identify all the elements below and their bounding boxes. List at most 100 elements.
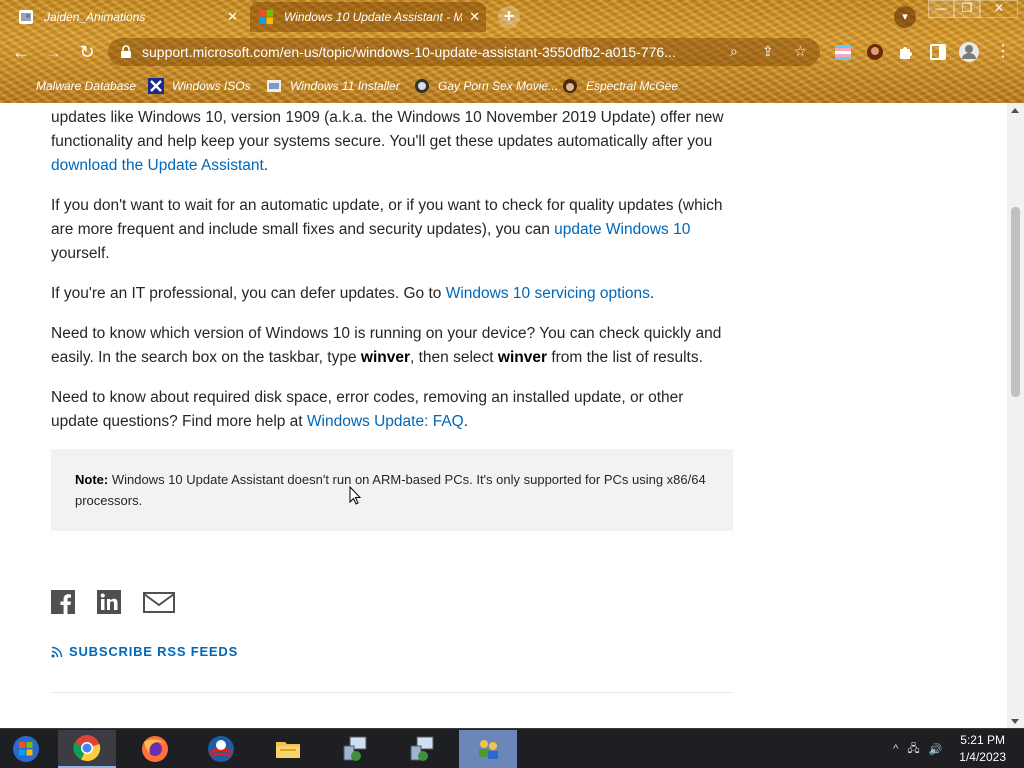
- windows-taskbar: ^ 🖧 🔊 5:21 PM 1/4/2023: [0, 728, 1024, 768]
- site-favicon-icon: [415, 79, 429, 93]
- minimize-button[interactable]: —: [928, 0, 954, 18]
- note-label: Note:: [75, 472, 109, 487]
- close-window-button[interactable]: ✕: [980, 0, 1018, 18]
- taskbar-users-app[interactable]: [459, 730, 517, 768]
- folder-icon: [276, 742, 300, 758]
- browser-toolbar: ← → ↻ support.microsoft.com/en-us/topic/…: [0, 34, 1024, 70]
- tab-windows-update-assistant[interactable]: Windows 10 Update Assistant - M ✕: [250, 2, 486, 32]
- tab-close-icon[interactable]: ✕: [469, 9, 480, 25]
- bookmarks-bar: Malware Database Windows ISOs Windows 11…: [0, 72, 1024, 100]
- facebook-icon[interactable]: [51, 590, 75, 614]
- bookmark-gay-porn-sex-movie[interactable]: Gay Porn Sex Movie...: [414, 76, 558, 96]
- linkedin-icon[interactable]: [97, 590, 121, 614]
- paragraph-winver: Need to know which version of Windows 10…: [51, 322, 733, 370]
- lock-icon[interactable]: [120, 45, 132, 59]
- text: .: [649, 285, 655, 302]
- taskbar-obama-app[interactable]: [192, 730, 250, 768]
- note-box: Note: Windows 10 Update Assistant doesn'…: [51, 449, 733, 531]
- scrollbar-thumb[interactable]: [1011, 207, 1020, 397]
- winver-bold: winver: [497, 349, 548, 366]
- share-icons: [51, 590, 175, 616]
- divider: [51, 692, 733, 693]
- bookmark-malware-database[interactable]: Malware Database: [14, 76, 136, 96]
- taskbar-network-app-2[interactable]: [393, 730, 451, 768]
- page-viewport: updates like Windows 10, version 1909 (a…: [0, 103, 1024, 728]
- bookmark-label: Windows ISOs: [172, 79, 251, 93]
- paragraph-quality-updates: If you don't want to wait for an automat…: [51, 194, 733, 266]
- clock-time: 5:21 PM: [960, 733, 1005, 747]
- paragraph-it-professional: If you're an IT professional, you can de…: [51, 282, 733, 306]
- text: .: [463, 413, 469, 430]
- profile-avatar-icon[interactable]: [958, 41, 980, 63]
- tab-title: Windows 10 Update Assistant - M: [284, 10, 462, 24]
- network-icon[interactable]: 🖧: [907, 740, 919, 759]
- scroll-up-arrow-icon[interactable]: [1011, 108, 1019, 113]
- network-computer-icon: [410, 736, 434, 761]
- extension-flag-icon[interactable]: [834, 43, 852, 61]
- windows-start-orb-icon: [13, 736, 39, 762]
- text: If you're an IT professional, you can de…: [51, 285, 446, 302]
- paragraph-faq: Need to know about required disk space, …: [51, 386, 733, 434]
- bookmark-windows-isos[interactable]: Windows ISOs: [148, 76, 251, 96]
- extensions-puzzle-icon[interactable]: [897, 43, 915, 61]
- clock[interactable]: 5:21 PM 1/4/2023: [959, 732, 1006, 766]
- youtube-favicon-icon: [19, 10, 33, 24]
- text: .: [263, 157, 269, 174]
- text: yourself.: [51, 245, 110, 262]
- share-icon[interactable]: ⇪: [762, 43, 774, 60]
- update-windows-10-link[interactable]: update Windows 10: [554, 221, 690, 238]
- bookmark-star-icon[interactable]: ☆: [794, 43, 807, 60]
- address-bar[interactable]: support.microsoft.com/en-us/topic/window…: [108, 38, 820, 66]
- clock-date: 1/4/2023: [959, 750, 1006, 764]
- taskbar-network-app-1[interactable]: [326, 730, 384, 768]
- servicing-options-link[interactable]: Windows 10 servicing options: [446, 285, 650, 302]
- winver-bold: winver: [360, 349, 411, 366]
- firefox-icon: [142, 736, 168, 762]
- page-scrollbar[interactable]: [1007, 103, 1024, 728]
- forward-arrow-icon[interactable]: →: [42, 41, 64, 63]
- network-computer-icon: [343, 736, 367, 761]
- bookmark-label: Windows 11 Installer: [290, 79, 400, 93]
- extension-avatar-icon[interactable]: [866, 43, 884, 61]
- search-icon[interactable]: ⌕: [730, 43, 738, 60]
- bookmark-blank-icon: [14, 78, 28, 94]
- tab-jaiden-animations[interactable]: Jaiden_Animations ✕: [10, 2, 244, 32]
- taskbar-chrome[interactable]: [58, 730, 116, 768]
- windows-update-faq-link[interactable]: Windows Update: FAQ: [307, 413, 464, 430]
- side-panel-icon[interactable]: [929, 43, 947, 61]
- download-update-assistant-link[interactable]: download the Update Assistant: [51, 157, 264, 174]
- note-text: Windows 10 Update Assistant doesn't run …: [75, 472, 706, 508]
- subscribe-rss-link[interactable]: SUBSCRIBE RSS FEEDS: [51, 644, 238, 659]
- text: , then select: [410, 349, 498, 366]
- text: updates like Windows 10, version 1909 (a…: [51, 109, 724, 150]
- bookmark-espectral-mcgee[interactable]: Espectral McGee: [562, 76, 678, 96]
- mouse-cursor-icon: [349, 486, 362, 505]
- show-hidden-icons-icon[interactable]: ^: [893, 743, 898, 755]
- users-icon: [479, 740, 498, 759]
- tab-close-icon[interactable]: ✕: [227, 9, 238, 25]
- tab-search-chevron-icon[interactable]: ▾: [894, 6, 916, 28]
- paragraph-updates: updates like Windows 10, version 1909 (a…: [51, 106, 733, 178]
- chrome-icon: [73, 735, 101, 762]
- start-button[interactable]: [0, 730, 52, 768]
- microsoft-logo-icon: [259, 10, 273, 24]
- reload-icon[interactable]: ↻: [76, 41, 98, 63]
- rss-label: SUBSCRIBE RSS FEEDS: [69, 644, 239, 659]
- volume-icon[interactable]: 🔊: [929, 743, 943, 756]
- restore-button[interactable]: ❐: [954, 0, 980, 18]
- taskbar-firefox[interactable]: [126, 730, 184, 768]
- email-icon[interactable]: [143, 590, 175, 614]
- x-logo-icon: [148, 78, 164, 94]
- rss-icon: [51, 646, 63, 657]
- taskbar-file-explorer[interactable]: [259, 730, 317, 768]
- scroll-down-arrow-icon[interactable]: [1011, 719, 1019, 724]
- url-text[interactable]: support.microsoft.com/en-us/topic/window…: [142, 44, 732, 60]
- browser-chrome: Jaiden_Animations ✕ Windows 10 Update As…: [0, 0, 1024, 103]
- bookmark-label: Gay Porn Sex Movie...: [438, 79, 559, 93]
- bookmark-windows-11-installer[interactable]: Windows 11 Installer: [266, 76, 400, 96]
- new-tab-button[interactable]: +: [498, 6, 520, 28]
- back-arrow-icon[interactable]: ←: [10, 41, 32, 63]
- menu-kebab-icon[interactable]: ⋮: [992, 41, 1014, 63]
- obama-logo-icon: [208, 736, 234, 762]
- bookmark-label: Espectral McGee: [586, 79, 679, 93]
